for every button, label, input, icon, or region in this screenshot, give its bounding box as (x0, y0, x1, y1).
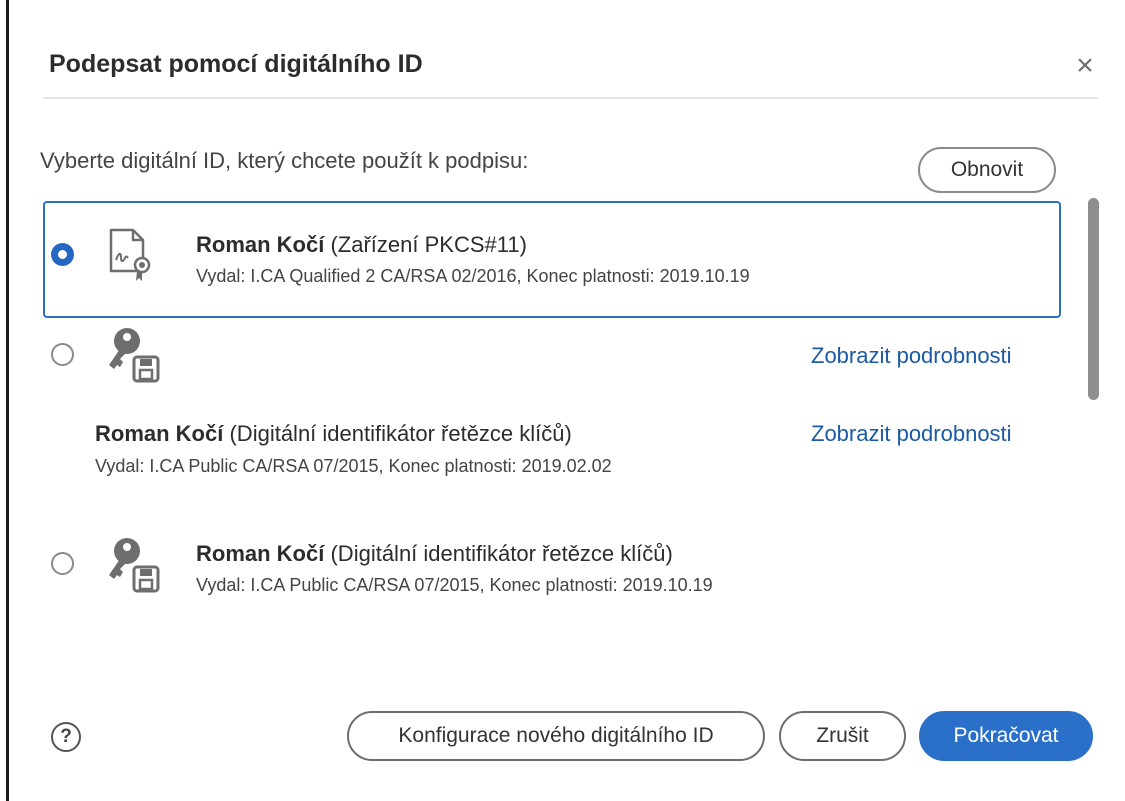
show-details-link[interactable]: Zobrazit podrobnosti (811, 421, 1012, 447)
id-item-pkcs11[interactable] (43, 201, 1061, 318)
id-name-pkcs11: Roman Kočí (Zařízení PKCS#11) (196, 232, 527, 257)
radio-id-pkcs11[interactable] (51, 243, 74, 266)
continue-button[interactable]: Pokračovat (919, 711, 1093, 761)
certificate-icon (109, 228, 151, 281)
header-divider (43, 97, 1098, 99)
id-name-keychain-2: Roman Kočí (Digitální identifikátor řetě… (196, 541, 673, 566)
id-issuer-pkcs11: Vydal: I.CA Qualified 2 CA/RSA 02/2016, … (196, 266, 750, 286)
radio-id-keychain-2[interactable] (51, 552, 74, 575)
sign-with-digital-id-dialog: Podepsat pomocí digitálního ID × Vyberte… (9, 0, 1125, 801)
refresh-button[interactable]: Obnovit (918, 147, 1056, 193)
help-icon[interactable]: ? (51, 722, 81, 752)
select-id-prompt: Vyberte digitální ID, který chcete použí… (40, 148, 529, 173)
radio-id-keychain-1[interactable] (51, 343, 74, 366)
key-disk-icon (109, 538, 160, 593)
cancel-button[interactable]: Zrušit (779, 711, 906, 761)
show-details-link[interactable]: Zobrazit podrobnosti (811, 343, 1012, 369)
id-name-keychain-1: Roman Kočí (Digitální identifikátor řetě… (95, 421, 572, 446)
dialog-title: Podepsat pomocí digitálního ID (49, 50, 423, 78)
key-disk-icon (109, 328, 160, 383)
id-issuer-keychain-1: Vydal: I.CA Public CA/RSA 07/2015, Konec… (95, 456, 612, 476)
configure-new-id-button[interactable]: Konfigurace nového digitálního ID (347, 711, 765, 761)
close-icon[interactable]: × (1071, 50, 1099, 82)
list-scrollbar[interactable] (1088, 198, 1099, 400)
id-issuer-keychain-2: Vydal: I.CA Public CA/RSA 07/2015, Konec… (196, 575, 713, 595)
